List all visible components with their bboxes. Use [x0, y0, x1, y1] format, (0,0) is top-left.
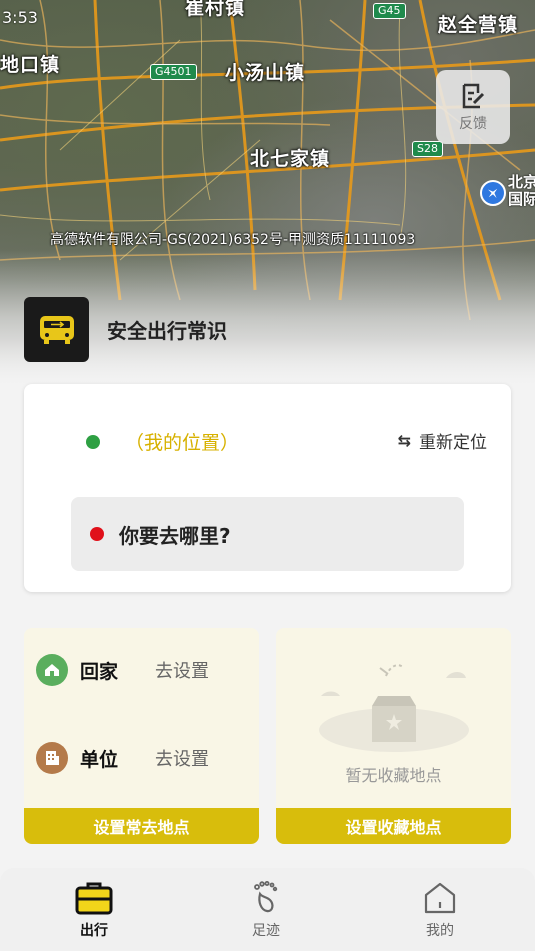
- airport-label: 北京 国际: [508, 173, 535, 208]
- safety-tips-label: 安全出行常识: [107, 319, 227, 343]
- airport-icon: [480, 180, 506, 206]
- feedback-button[interactable]: 反馈: [436, 70, 510, 144]
- highway-shield: S28: [412, 141, 443, 157]
- frequent-places-card: 回家 去设置 单位 去设置 设置常去地点: [24, 628, 259, 844]
- bus-icon: [24, 297, 89, 362]
- briefcase-icon: [75, 882, 113, 915]
- highway-shield: G45: [373, 3, 406, 19]
- footprint-icon: [254, 880, 278, 913]
- work-label: 单位: [80, 748, 119, 771]
- home-icon: [424, 882, 456, 914]
- town-label: 赵全营镇: [438, 14, 519, 36]
- set-favorites-button[interactable]: 设置收藏地点: [276, 808, 511, 844]
- tab-footprints[interactable]: 足迹: [226, 880, 306, 940]
- destination-input[interactable]: 你要去哪里?: [71, 497, 464, 571]
- bottom-tab-bar: 出行 足迹 我的: [0, 868, 535, 951]
- edit-note-icon: [462, 83, 485, 109]
- relocate-button[interactable]: ⇆ 重新定位: [398, 428, 487, 453]
- favorites-card: 暂无收藏地点 设置收藏地点: [276, 628, 511, 844]
- origin-dot-icon: [86, 434, 100, 449]
- work-row[interactable]: 单位 去设置: [36, 742, 209, 774]
- relocate-label: 重新定位: [419, 433, 487, 453]
- town-label: 北七家镇: [250, 148, 331, 170]
- map-copyright: 高德软件有限公司-GS(2021)6352号-甲测资质11111093: [50, 232, 416, 248]
- tab-travel-label: 出行: [80, 923, 108, 939]
- relocate-icon: ⇆: [397, 431, 411, 450]
- map-view[interactable]: 3:53 崔村镇 赵全营镇 地口镇 小汤山镇 北七家镇 G45 G4501 S2…: [0, 0, 535, 400]
- feedback-label: 反馈: [459, 116, 487, 132]
- town-label: 崔村镇: [185, 0, 246, 19]
- safety-tips-button[interactable]: 安全出行常识: [24, 297, 227, 362]
- location-card: （我的位置） ⇆ 重新定位 你要去哪里?: [24, 384, 511, 592]
- favorites-empty-text: 暂无收藏地点: [345, 766, 442, 785]
- home-row[interactable]: 回家 去设置: [36, 654, 209, 686]
- tab-mine-label: 我的: [426, 923, 454, 939]
- work-set-link[interactable]: 去设置: [155, 745, 209, 771]
- empty-box-icon: [319, 664, 469, 752]
- home-icon: [36, 654, 68, 686]
- status-time: 3:53: [2, 8, 38, 27]
- highway-shield: G4501: [150, 64, 197, 80]
- destination-prompt: 你要去哪里?: [119, 523, 231, 548]
- town-label: 小汤山镇: [225, 62, 306, 84]
- my-location-text: （我的位置）: [125, 432, 240, 454]
- home-set-link[interactable]: 去设置: [155, 657, 209, 683]
- tab-travel[interactable]: 出行: [54, 880, 134, 940]
- set-frequent-places-button[interactable]: 设置常去地点: [24, 808, 259, 844]
- my-location-row[interactable]: （我的位置）: [86, 428, 239, 455]
- destination-dot-icon: [90, 527, 104, 541]
- home-label: 回家: [80, 660, 119, 683]
- office-icon: [36, 742, 68, 774]
- tab-footprints-label: 足迹: [252, 923, 280, 939]
- town-label: 地口镇: [0, 54, 61, 76]
- tab-mine[interactable]: 我的: [400, 880, 480, 940]
